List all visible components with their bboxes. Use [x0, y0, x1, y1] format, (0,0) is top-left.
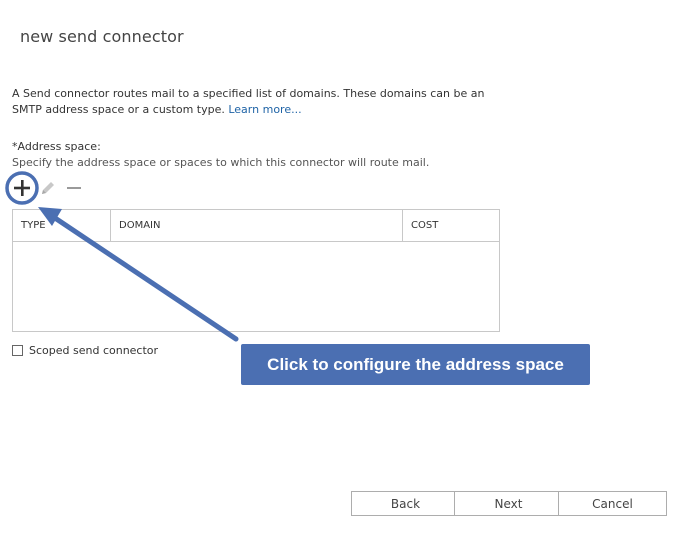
column-header-domain[interactable]: DOMAIN [111, 210, 403, 241]
learn-more-link[interactable]: Learn more... [228, 103, 301, 116]
grid-body [13, 242, 499, 332]
address-space-toolbar [10, 176, 88, 200]
back-button[interactable]: Back [351, 491, 460, 516]
address-space-grid[interactable]: TYPE DOMAIN COST [12, 209, 500, 332]
cancel-button[interactable]: Cancel [558, 491, 667, 516]
next-button[interactable]: Next [454, 491, 563, 516]
address-space-label: *Address space: [12, 140, 101, 153]
column-header-cost[interactable]: COST [403, 210, 499, 241]
page-title: new send connector [20, 27, 184, 46]
plus-icon [14, 180, 30, 196]
remove-button[interactable] [62, 176, 86, 200]
scoped-label: Scoped send connector [29, 344, 159, 357]
edit-button[interactable] [36, 176, 60, 200]
grid-header: TYPE DOMAIN COST [13, 210, 499, 242]
description: A Send connector routes mail to a specif… [12, 86, 512, 118]
pencil-icon [42, 182, 54, 194]
scoped-send-connector[interactable]: Scoped send connector [12, 344, 158, 357]
scoped-checkbox[interactable] [12, 345, 23, 356]
minus-icon [67, 187, 81, 189]
add-button[interactable] [10, 176, 34, 200]
column-header-type[interactable]: TYPE [13, 210, 111, 241]
callout-box: Click to configure the address space [241, 344, 590, 385]
address-space-help: Specify the address space or spaces to w… [12, 156, 430, 169]
